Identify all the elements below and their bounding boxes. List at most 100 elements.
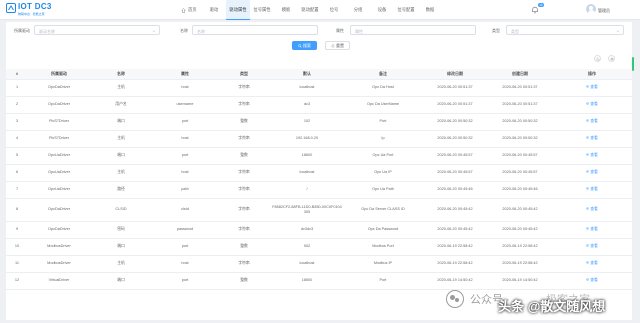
operation-cell: 查看 — [552, 96, 632, 114]
created-cell: 2020-06-20 00:45:42 — [488, 221, 552, 239]
user-icon-body — [587, 10, 595, 14]
search-button-label: 搜索 — [303, 42, 311, 48]
view-button[interactable]: 查看 — [586, 261, 598, 265]
view-button[interactable]: 查看 — [586, 153, 598, 157]
type-cell: 整数 — [218, 238, 270, 256]
nav-item-home[interactable]: 首页 — [176, 0, 202, 20]
eye-icon — [586, 261, 590, 264]
watermark: 公众号 · 极客之家 头条 @散文随风想 — [440, 286, 636, 316]
view-button-label: 查看 — [590, 227, 598, 231]
updated-cell: 2020-06-20 00:50:32 — [422, 113, 488, 131]
remark-cell: Opc Ua IP — [344, 164, 422, 182]
view-button[interactable]: 查看 — [586, 227, 598, 231]
type-cell: 字符串 — [218, 181, 270, 199]
driver-cell: OpcUaDriver — [28, 164, 90, 182]
nav-item-data[interactable]: 数据 — [418, 0, 442, 20]
column-header: 创建日期 — [488, 69, 552, 80]
table-row: 10 ModbusDriver 端口 port 整数 502 Modbus Port 2020… — [6, 238, 632, 256]
nav-item-point-config[interactable]: 位号配置 — [394, 0, 418, 20]
table-row: 7 OpcUaDriver 路径 path 字符串 / Opc Ua Path 2020-06… — [6, 181, 632, 199]
view-button[interactable]: 查看 — [586, 207, 598, 211]
view-button[interactable]: 查看 — [586, 244, 598, 248]
view-button[interactable]: 查看 — [586, 170, 598, 174]
eye-icon — [586, 170, 590, 173]
view-button[interactable]: 查看 — [586, 278, 598, 282]
operation-cell: 查看 — [552, 181, 632, 199]
view-button[interactable]: 查看 — [586, 102, 598, 106]
view-button-label: 查看 — [590, 153, 598, 157]
name-cell: 主机 — [90, 255, 152, 273]
view-button-label: 查看 — [590, 244, 598, 248]
created-cell: 2020-06-20 00:51:37 — [488, 96, 552, 114]
nav-item-point[interactable]: 位号 — [322, 0, 346, 20]
home-icon — [181, 7, 187, 13]
nav-item-driver-config[interactable]: 驱动配置 — [298, 0, 322, 20]
eye-icon — [586, 119, 590, 122]
view-button[interactable]: 查看 — [586, 136, 598, 140]
attr-filter-label: 属性 — [336, 28, 344, 33]
user-name[interactable]: 管理员 — [598, 8, 610, 14]
view-button[interactable]: 查看 — [586, 187, 598, 191]
column-settings-button[interactable] — [608, 55, 615, 62]
type-cell: 字符串 — [218, 198, 270, 222]
scrollbar[interactable] — [632, 57, 634, 71]
view-button[interactable]: 查看 — [586, 85, 598, 89]
refresh-table-button[interactable] — [594, 55, 601, 62]
operation-cell: 查看 — [552, 164, 632, 182]
updated-cell: 2020-06-19 22:58:42 — [422, 238, 488, 256]
reset-button-label: 重置 — [336, 42, 344, 48]
remark-cell: Opc Da Server CLASS ID — [344, 198, 422, 222]
attr-cell: path — [152, 181, 218, 199]
remark-cell: Opc Ua Port — [344, 147, 422, 165]
nav-item-driver-attribute[interactable]: 驱动属性 — [226, 0, 250, 20]
nav-item-point-attribute[interactable]: 位号属性 — [250, 0, 274, 20]
type-cell: 字符串 — [218, 130, 270, 148]
view-button[interactable]: 查看 — [586, 119, 598, 123]
top-navbar: IOT DC3 物联中台 · 智能之家 首页 驱动 驱动属性 位号属性 模板 驱… — [0, 0, 640, 20]
app-logo[interactable]: IOT DC3 物联中台 · 智能之家 — [6, 2, 51, 18]
search-button[interactable]: 搜索 — [292, 41, 317, 50]
type-filter-label: 类型 — [492, 28, 500, 33]
eye-icon — [586, 85, 590, 88]
operation-cell: 查看 — [552, 198, 632, 222]
table-row: 8 OpcDaDriver CLSID clsId 字符串 F8582CF2-88FB-1… — [6, 198, 632, 222]
updated-cell: 2020-06-20 00:45:42 — [422, 198, 488, 222]
remark-cell: Opc Ua Path — [344, 181, 422, 199]
column-header: 所属驱动 — [28, 69, 90, 80]
created-cell: 2020-06-20 00:50:32 — [488, 130, 552, 148]
type-select[interactable]: 类型 — [506, 25, 624, 35]
main-nav: 首页 驱动 驱动属性 位号属性 模板 驱动配置 位号 分组 设备 位号配置 数据 — [176, 0, 442, 20]
name-input[interactable]: 名称 — [192, 25, 318, 35]
attr-input[interactable]: 属性 — [350, 25, 476, 35]
nav-item-template[interactable]: 模板 — [274, 0, 298, 20]
remark-cell: Opc Da UserName — [344, 96, 422, 114]
nav-item-device[interactable]: 设备 — [370, 0, 394, 20]
created-cell: 2020-06-20 00:51:37 — [488, 79, 552, 97]
attr-cell: port — [152, 272, 218, 290]
updated-cell: 2020-06-20 00:45:42 — [422, 221, 488, 239]
operation-cell: 查看 — [552, 221, 632, 239]
user-icon — [589, 5, 593, 10]
notification-button[interactable]: 10 — [531, 3, 544, 15]
column-header: # — [6, 69, 28, 80]
default-cell: 102 — [270, 113, 344, 131]
column-header: 属性 — [152, 69, 218, 80]
default-cell: 18600 — [270, 272, 344, 290]
row-index: 9 — [6, 221, 28, 239]
driver-select[interactable]: 驱动名称 — [34, 25, 160, 35]
logo-icon — [6, 3, 16, 13]
avatar[interactable] — [586, 4, 596, 14]
nav-item-driver[interactable]: 驱动 — [202, 0, 226, 20]
reset-button[interactable]: 重置 — [325, 41, 350, 50]
name-cell: CLSID — [90, 198, 152, 222]
operation-cell: 查看 — [552, 238, 632, 256]
default-cell: dc3 — [270, 96, 344, 114]
gear-icon — [610, 57, 614, 61]
nav-item-group[interactable]: 分组 — [346, 0, 370, 20]
table-row: 6 OpcUaDriver 主机 host 字符串 localhost Opc Ua IP 2… — [6, 164, 632, 182]
default-cell: 18600 — [270, 147, 344, 165]
app-subtitle: 物联中台 · 智能之家 — [18, 12, 45, 16]
column-header: 默认 — [270, 69, 344, 80]
driver-cell: OpcUaDriver — [28, 147, 90, 165]
watermark-author: 头条 @散文随风想 — [498, 299, 606, 314]
